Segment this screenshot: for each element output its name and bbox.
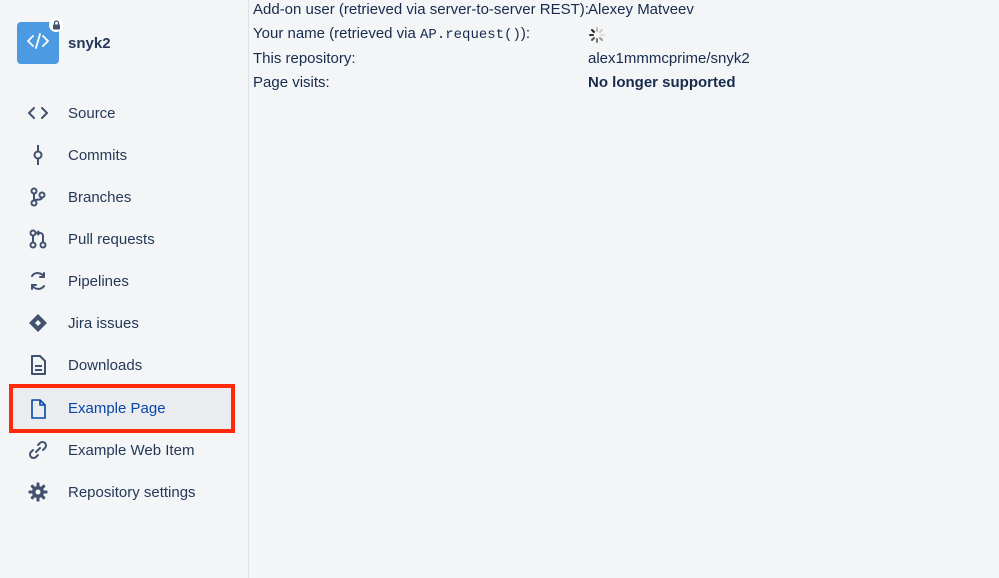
your-name-label: Your name (retrieved via AP.request()):	[253, 24, 530, 44]
your-name-label-prefix: Your name (retrieved via	[253, 25, 421, 42]
repo-name[interactable]: snyk2	[68, 35, 111, 52]
page-visits-label: Page visits:	[253, 74, 330, 91]
repository-label: This repository:	[253, 50, 356, 67]
repository-value: alex1mmmcprime/snyk2	[588, 50, 750, 67]
sidebar-item-branches[interactable]: Branches	[16, 178, 233, 216]
link-icon	[27, 439, 49, 461]
sidebar-item-label: Pipelines	[68, 272, 129, 290]
sidebar-item-repository-settings[interactable]: Repository settings	[16, 473, 233, 511]
branch-icon	[27, 186, 49, 208]
pull-request-icon	[27, 228, 49, 250]
sidebar-item-label: Branches	[68, 188, 132, 206]
page-icon	[27, 398, 49, 420]
sidebar-item-label: Pull requests	[68, 230, 155, 248]
sidebar-item-commits[interactable]: Commits	[16, 136, 233, 174]
repo-header[interactable]: snyk2	[17, 18, 111, 64]
sidebar-item-label: Example Web Item	[68, 441, 195, 459]
sidebar-item-label: Downloads	[68, 356, 143, 374]
sidebar-item-label: Commits	[68, 146, 128, 164]
page-visits-value: No longer supported	[588, 74, 736, 91]
your-name-label-code: AP.request()	[420, 27, 521, 43]
commit-icon	[27, 144, 49, 166]
sidebar-item-label: Jira issues	[68, 314, 139, 332]
sidebar-item-pipelines[interactable]: Pipelines	[16, 262, 233, 300]
your-name-label-suffix: ):	[520, 25, 531, 42]
source-code-icon	[27, 102, 49, 124]
addon-user-value: Alexey Matveev	[588, 1, 694, 18]
sidebar-item-example-page[interactable]: Example Page	[9, 384, 235, 433]
gear-icon	[27, 481, 49, 503]
loading-spinner-icon	[588, 24, 606, 44]
addon-user-label: Add-on user (retrieved via server-to-ser…	[253, 1, 589, 18]
sidebar-item-jira-issues[interactable]: Jira issues	[16, 304, 233, 342]
sidebar-item-example-web-item[interactable]: Example Web Item	[16, 431, 233, 469]
lock-icon	[49, 18, 63, 32]
sidebar-item-source[interactable]: Source	[16, 94, 233, 132]
sidebar-item-label: Example Page	[68, 400, 166, 417]
sidebar-item-downloads[interactable]: Downloads	[16, 346, 233, 384]
sidebar: snyk2 Source Commits Branches Pull reque…	[0, 0, 249, 578]
code-icon	[27, 32, 49, 54]
sidebar-item-pull-requests[interactable]: Pull requests	[16, 220, 233, 258]
document-icon	[27, 354, 49, 376]
sidebar-item-label: Repository settings	[68, 483, 196, 501]
sidebar-item-label: Source	[68, 104, 116, 122]
repo-avatar[interactable]	[17, 18, 63, 64]
jira-icon	[27, 312, 49, 334]
pipelines-icon	[27, 270, 49, 292]
